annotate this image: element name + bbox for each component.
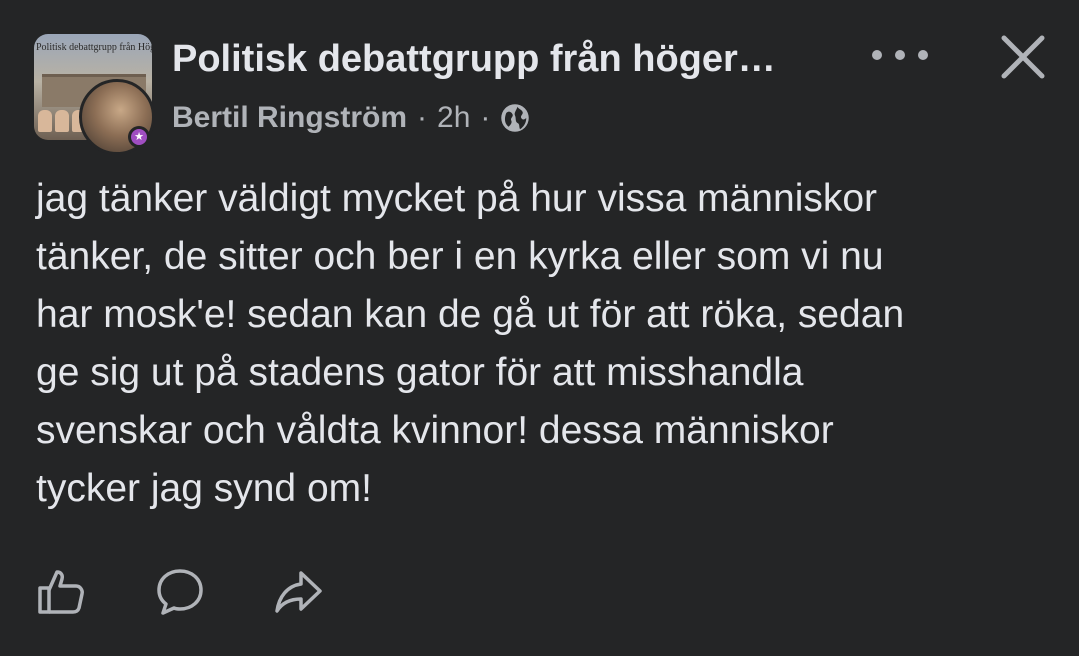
share-button[interactable]: [270, 566, 326, 622]
comment-button[interactable]: [152, 566, 208, 622]
more-horizontal-icon[interactable]: [872, 40, 928, 70]
post-actions-bar: [34, 566, 326, 622]
group-cover-caption: Politisk debattgrupp från Höger till Vän…: [36, 42, 152, 53]
post-meta: Bertil Ringström · 2h ·: [172, 98, 530, 138]
close-icon[interactable]: [996, 30, 1050, 84]
post-timestamp[interactable]: 2h: [437, 101, 470, 135]
comment-icon: [154, 566, 206, 623]
meta-separator: ·: [417, 101, 428, 134]
post-card: Politisk debattgrupp från Höger till Vän…: [0, 0, 1079, 656]
share-icon: [272, 566, 324, 623]
group-name-link[interactable]: Politisk debattgrupp från höger…: [172, 38, 776, 81]
like-button[interactable]: [34, 566, 90, 622]
post-body-text: jag tänker väldigt mycket på hur vissa m…: [36, 177, 905, 510]
meta-separator: ·: [480, 101, 491, 134]
admin-badge-icon: ★: [128, 126, 150, 148]
author-name-link[interactable]: Bertil Ringström: [172, 101, 407, 135]
globe-icon: [500, 103, 530, 133]
like-icon: [36, 566, 88, 623]
